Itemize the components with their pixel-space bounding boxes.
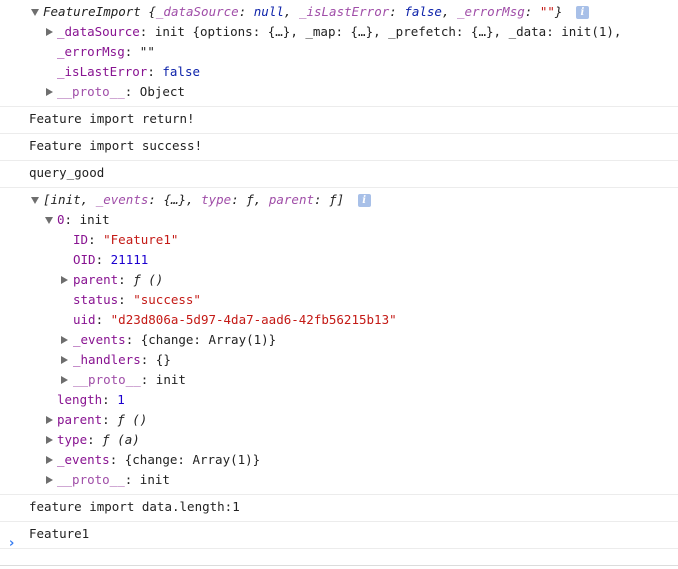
property-value: Object xyxy=(139,84,185,99)
property-value: false xyxy=(162,64,201,79)
expand-triangle-icon[interactable] xyxy=(46,416,53,424)
property-value: "d23d806a-5d97-4da7-aad6-42fb56215b13" xyxy=(110,312,397,327)
console-message-log: Feature import success! xyxy=(0,134,678,161)
expand-triangle-icon[interactable] xyxy=(46,476,53,484)
property-key: status xyxy=(73,292,119,307)
console-message-log: query_good xyxy=(0,161,678,188)
property-key: __proto__ xyxy=(57,84,125,99)
property-key: parent xyxy=(57,412,103,427)
console-panel: FeatureImport {_dataSource: null, _isLas… xyxy=(0,0,678,569)
property-value: "Feature1" xyxy=(103,232,179,247)
property-row: ID: "Feature1" xyxy=(73,232,179,247)
property-row[interactable]: parent: ƒ () xyxy=(0,410,678,430)
property-value: {change: Array(1)} xyxy=(124,452,261,467)
collapse-triangle-icon[interactable] xyxy=(45,217,53,224)
property-value: 1 xyxy=(117,392,125,407)
log-text: Feature import success! xyxy=(29,138,203,153)
preview-value: ƒ xyxy=(246,192,254,207)
expand-triangle-icon[interactable] xyxy=(46,456,53,464)
property-row[interactable]: _dataSource: init {options: {…}, _map: {… xyxy=(0,22,678,42)
preview-value: {…} xyxy=(163,192,187,207)
property-value: init {options: {…}, _map: {…}, _prefetch… xyxy=(154,24,622,39)
property-key: OID xyxy=(73,252,96,267)
property-row: length: 1 xyxy=(57,392,125,407)
property-value: {change: Array(1)} xyxy=(140,332,277,347)
preview-value: null xyxy=(253,4,284,19)
console-message-log: Feature import return! xyxy=(0,107,678,134)
property-value: "" xyxy=(139,44,155,59)
property-row: _isLastError: false xyxy=(57,64,201,79)
property-row: _errorMsg: "" xyxy=(57,44,155,59)
console-message-array: [init, _events: {…}, type: ƒ, parent: ƒ]… xyxy=(0,188,678,495)
property-key: type xyxy=(57,432,88,447)
console-message-object: FeatureImport {_dataSource: null, _isLas… xyxy=(0,0,678,107)
expand-triangle-icon[interactable] xyxy=(61,276,68,284)
property-key: _events xyxy=(57,452,110,467)
divider xyxy=(0,565,678,566)
property-row[interactable]: __proto__: init xyxy=(0,470,678,490)
property-row: uid: "d23d806a-5d97-4da7-aad6-42fb56215b… xyxy=(73,312,397,327)
object-class-name: FeatureImport xyxy=(43,4,141,19)
property-row[interactable]: _events: {change: Array(1)} xyxy=(0,450,678,470)
expand-triangle-icon[interactable] xyxy=(61,356,68,364)
property-key: _isLastError xyxy=(57,64,148,79)
info-icon[interactable]: i xyxy=(575,6,589,19)
property-row[interactable]: _events: {change: Array(1)} xyxy=(0,330,678,350)
preview-key: _isLastError xyxy=(298,4,390,19)
expand-triangle-icon[interactable] xyxy=(46,28,53,36)
preview-key: _events xyxy=(95,192,149,207)
property-value: ƒ () xyxy=(133,272,164,287)
property-key: parent xyxy=(73,272,119,287)
property-value: "success" xyxy=(133,292,201,307)
property-row[interactable]: parent: ƒ () xyxy=(0,270,678,290)
console-message-log: feature import data.length:1 xyxy=(0,495,678,522)
property-key: uid xyxy=(73,312,96,327)
console-prompt-input[interactable]: › xyxy=(0,530,678,560)
preview-key: _errorMsg xyxy=(457,4,525,19)
property-row[interactable]: __proto__: init xyxy=(0,370,678,390)
property-key: _handlers xyxy=(73,352,141,367)
log-text: query_good xyxy=(29,165,105,180)
array-header[interactable]: [init, _events: {…}, type: ƒ, parent: ƒ]… xyxy=(0,190,678,210)
object-header[interactable]: FeatureImport {_dataSource: null, _isLas… xyxy=(0,2,678,22)
property-row: status: "success" xyxy=(73,292,201,307)
property-row[interactable]: _handlers: {} xyxy=(0,350,678,370)
property-row: OID: 21111 xyxy=(73,252,149,267)
property-value: ƒ (a) xyxy=(102,432,140,447)
expand-triangle-icon[interactable] xyxy=(46,436,53,444)
property-key: _dataSource xyxy=(57,24,140,39)
property-value: init xyxy=(79,212,110,227)
expand-triangle-icon[interactable] xyxy=(61,376,68,384)
property-key: ID xyxy=(73,232,89,247)
property-value: {} xyxy=(155,352,171,367)
log-text: feature import data.length:1 xyxy=(29,499,240,514)
property-value: ƒ () xyxy=(117,412,148,427)
preview-value: false xyxy=(404,4,442,19)
preview-key: parent xyxy=(268,192,314,207)
property-key: __proto__ xyxy=(73,372,141,387)
property-value: 21111 xyxy=(110,252,149,267)
property-value: init xyxy=(155,372,186,387)
info-icon[interactable]: i xyxy=(357,194,371,207)
preview-key: type xyxy=(201,192,232,207)
prompt-chevron-icon: › xyxy=(9,536,15,551)
collapse-triangle-icon[interactable] xyxy=(31,197,39,204)
property-value: init xyxy=(139,472,170,487)
property-row[interactable]: __proto__: Object xyxy=(0,82,678,102)
property-key: _errorMsg xyxy=(57,44,125,59)
property-key: _events xyxy=(73,332,126,347)
expand-triangle-icon[interactable] xyxy=(61,336,68,344)
property-key: __proto__ xyxy=(57,472,125,487)
property-key: length xyxy=(57,392,103,407)
array-item-header[interactable]: 0: init xyxy=(0,210,678,230)
log-text: Feature import return! xyxy=(29,111,195,126)
property-row[interactable]: type: ƒ (a) xyxy=(0,430,678,450)
preview-key: _dataSource xyxy=(155,4,239,19)
property-key: 0 xyxy=(57,212,65,227)
expand-triangle-icon[interactable] xyxy=(46,88,53,96)
collapse-triangle-icon[interactable] xyxy=(31,9,39,16)
preview-value: ƒ xyxy=(329,192,337,207)
preview-value: "" xyxy=(539,4,555,19)
